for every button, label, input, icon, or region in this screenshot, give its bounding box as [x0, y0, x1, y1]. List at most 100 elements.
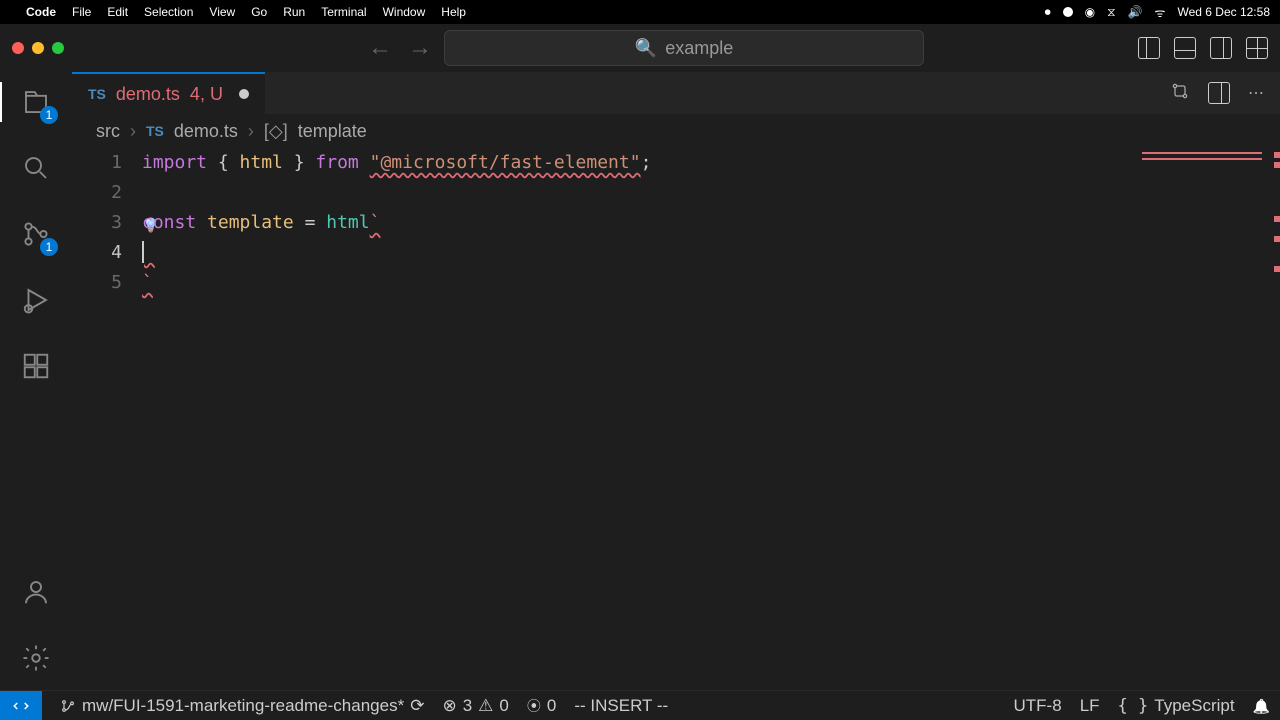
explorer-activity[interactable]: 1 [16, 82, 56, 122]
cloud-sync-icon[interactable]: ⟳ [410, 696, 424, 716]
eol-status[interactable]: LF [1080, 696, 1100, 716]
minimize-window-button[interactable] [32, 42, 44, 54]
line-number: 2 [72, 178, 122, 208]
error-icon [442, 696, 456, 716]
line-number-gutter: 1 2 3 4 5 [72, 148, 142, 690]
tab-demo-ts[interactable]: TS demo.ts 4, U [72, 72, 265, 114]
nav-arrows: ← → [368, 34, 432, 62]
menu-terminal[interactable]: Terminal [321, 5, 366, 19]
customize-layout-button[interactable] [1246, 37, 1268, 59]
overview-error-mark [1142, 152, 1262, 154]
ports-count: 0 [547, 696, 556, 716]
source-control-activity[interactable]: 1 [16, 214, 56, 254]
wifi-icon[interactable]: ᯤ [1155, 4, 1166, 21]
titlebar: ← → 🔍 example [0, 24, 1280, 72]
tab-actions: ⋯ [1154, 72, 1280, 114]
git-branch-name: mw/FUI-1591-marketing-readme-changes* [82, 696, 404, 716]
encoding-status[interactable]: UTF-8 [1014, 696, 1062, 716]
git-branch-status[interactable]: mw/FUI-1591-marketing-readme-changes* ⟳ [60, 696, 424, 716]
nav-back-button[interactable]: ← [368, 34, 392, 62]
code-line[interactable] [142, 238, 1280, 268]
menu-go[interactable]: Go [251, 5, 267, 19]
toggle-secondary-sidebar-button[interactable] [1210, 37, 1232, 59]
remote-button[interactable] [0, 691, 42, 720]
dirty-indicator-icon [239, 89, 249, 99]
layout-controls [1138, 37, 1268, 59]
overview-error-tick [1274, 236, 1280, 242]
clock-icon[interactable]: ⧖ [1107, 5, 1115, 20]
scm-badge: 1 [40, 238, 58, 256]
code-line[interactable]: const template = html` [142, 208, 1280, 238]
line-number: 1 [72, 148, 122, 178]
spotify-icon[interactable]: ◉ [1085, 5, 1095, 19]
code-line[interactable]: ` [142, 268, 1280, 298]
status-bar: mw/FUI-1591-marketing-readme-changes* ⟳ … [0, 690, 1280, 720]
search-text: example [665, 38, 733, 59]
nav-forward-button[interactable]: → [408, 34, 432, 62]
menu-file[interactable]: File [72, 5, 91, 19]
settings-activity[interactable] [16, 638, 56, 678]
activity-bar: 1 1 [0, 72, 72, 690]
tab-bar: TS demo.ts 4, U ⋯ [72, 72, 1280, 114]
chevron-right-icon: › [248, 121, 254, 142]
warning-count: 0 [499, 696, 508, 716]
breadcrumb-folder[interactable]: src [96, 121, 120, 142]
accounts-activity[interactable] [16, 572, 56, 612]
typescript-icon: TS [88, 86, 106, 102]
error-count: 3 [463, 696, 472, 716]
explorer-badge: 1 [40, 106, 58, 124]
volume-icon[interactable]: 🔊 [1128, 5, 1143, 19]
record-icon[interactable]: ⏺ [1045, 5, 1051, 20]
code-content[interactable]: import { html } from "@microsoft/fast-el… [142, 148, 1280, 690]
menu-view[interactable]: View [209, 5, 235, 19]
code-editor[interactable]: 1 2 3 4 5 import { html } from "@microso… [72, 148, 1280, 690]
vim-mode-status: -- INSERT -- [574, 696, 668, 716]
notifications-button[interactable] [1253, 696, 1270, 716]
language-name: TypeScript [1154, 696, 1234, 716]
line-number: 4 [72, 238, 122, 268]
code-line[interactable] [142, 178, 1280, 208]
typescript-icon: TS [146, 123, 164, 139]
language-mode-status[interactable]: TypeScript [1118, 696, 1235, 716]
overview-error-mark [1142, 158, 1262, 160]
close-window-button[interactable] [12, 42, 24, 54]
menu-edit[interactable]: Edit [107, 5, 128, 19]
compare-changes-icon[interactable] [1170, 81, 1190, 106]
status-dot-icon[interactable] [1063, 7, 1073, 17]
more-actions-icon[interactable]: ⋯ [1248, 83, 1264, 103]
search-activity[interactable] [16, 148, 56, 188]
menubar-right: ⏺ ◉ ⧖ 🔊 ᯤ Wed 6 Dec 12:58 [1045, 4, 1270, 21]
code-line[interactable]: import { html } from "@microsoft/fast-el… [142, 148, 1280, 178]
run-debug-activity[interactable] [16, 280, 56, 320]
problems-status[interactable]: 3 0 [442, 696, 508, 716]
line-number: 5 [72, 268, 122, 298]
menu-window[interactable]: Window [383, 5, 426, 19]
toggle-sidebar-button[interactable] [1138, 37, 1160, 59]
broadcast-icon [527, 696, 541, 716]
menu-selection[interactable]: Selection [144, 5, 193, 19]
breadcrumb-file[interactable]: demo.ts [174, 121, 238, 142]
macos-menubar: Code File Edit Selection View Go Run Ter… [0, 0, 1280, 24]
extensions-activity[interactable] [16, 346, 56, 386]
warning-icon [478, 696, 493, 716]
toggle-panel-button[interactable] [1174, 37, 1196, 59]
menu-help[interactable]: Help [441, 5, 466, 19]
braces-icon [1118, 696, 1149, 716]
overview-ruler[interactable] [1262, 148, 1280, 690]
overview-error-tick [1274, 162, 1280, 168]
search-icon: 🔍 [635, 38, 657, 59]
ports-status[interactable]: 0 [527, 696, 556, 716]
symbol-variable-icon: [◇] [264, 121, 288, 142]
overview-error-tick [1274, 216, 1280, 222]
menu-run[interactable]: Run [283, 5, 305, 19]
app-name[interactable]: Code [26, 5, 56, 19]
line-number: 3 [72, 208, 122, 238]
menubar-clock[interactable]: Wed 6 Dec 12:58 [1177, 5, 1270, 19]
maximize-window-button[interactable] [52, 42, 64, 54]
command-center[interactable]: 🔍 example [444, 30, 924, 66]
split-editor-button[interactable] [1208, 82, 1230, 104]
main-area: 1 1 TS demo.ts 4, U [0, 72, 1280, 690]
breadcrumb-symbol[interactable]: template [298, 121, 367, 142]
breadcrumbs[interactable]: src › TS demo.ts › [◇] template [72, 114, 1280, 148]
editor-area: TS demo.ts 4, U ⋯ src › TS demo.ts › [◇]… [72, 72, 1280, 690]
